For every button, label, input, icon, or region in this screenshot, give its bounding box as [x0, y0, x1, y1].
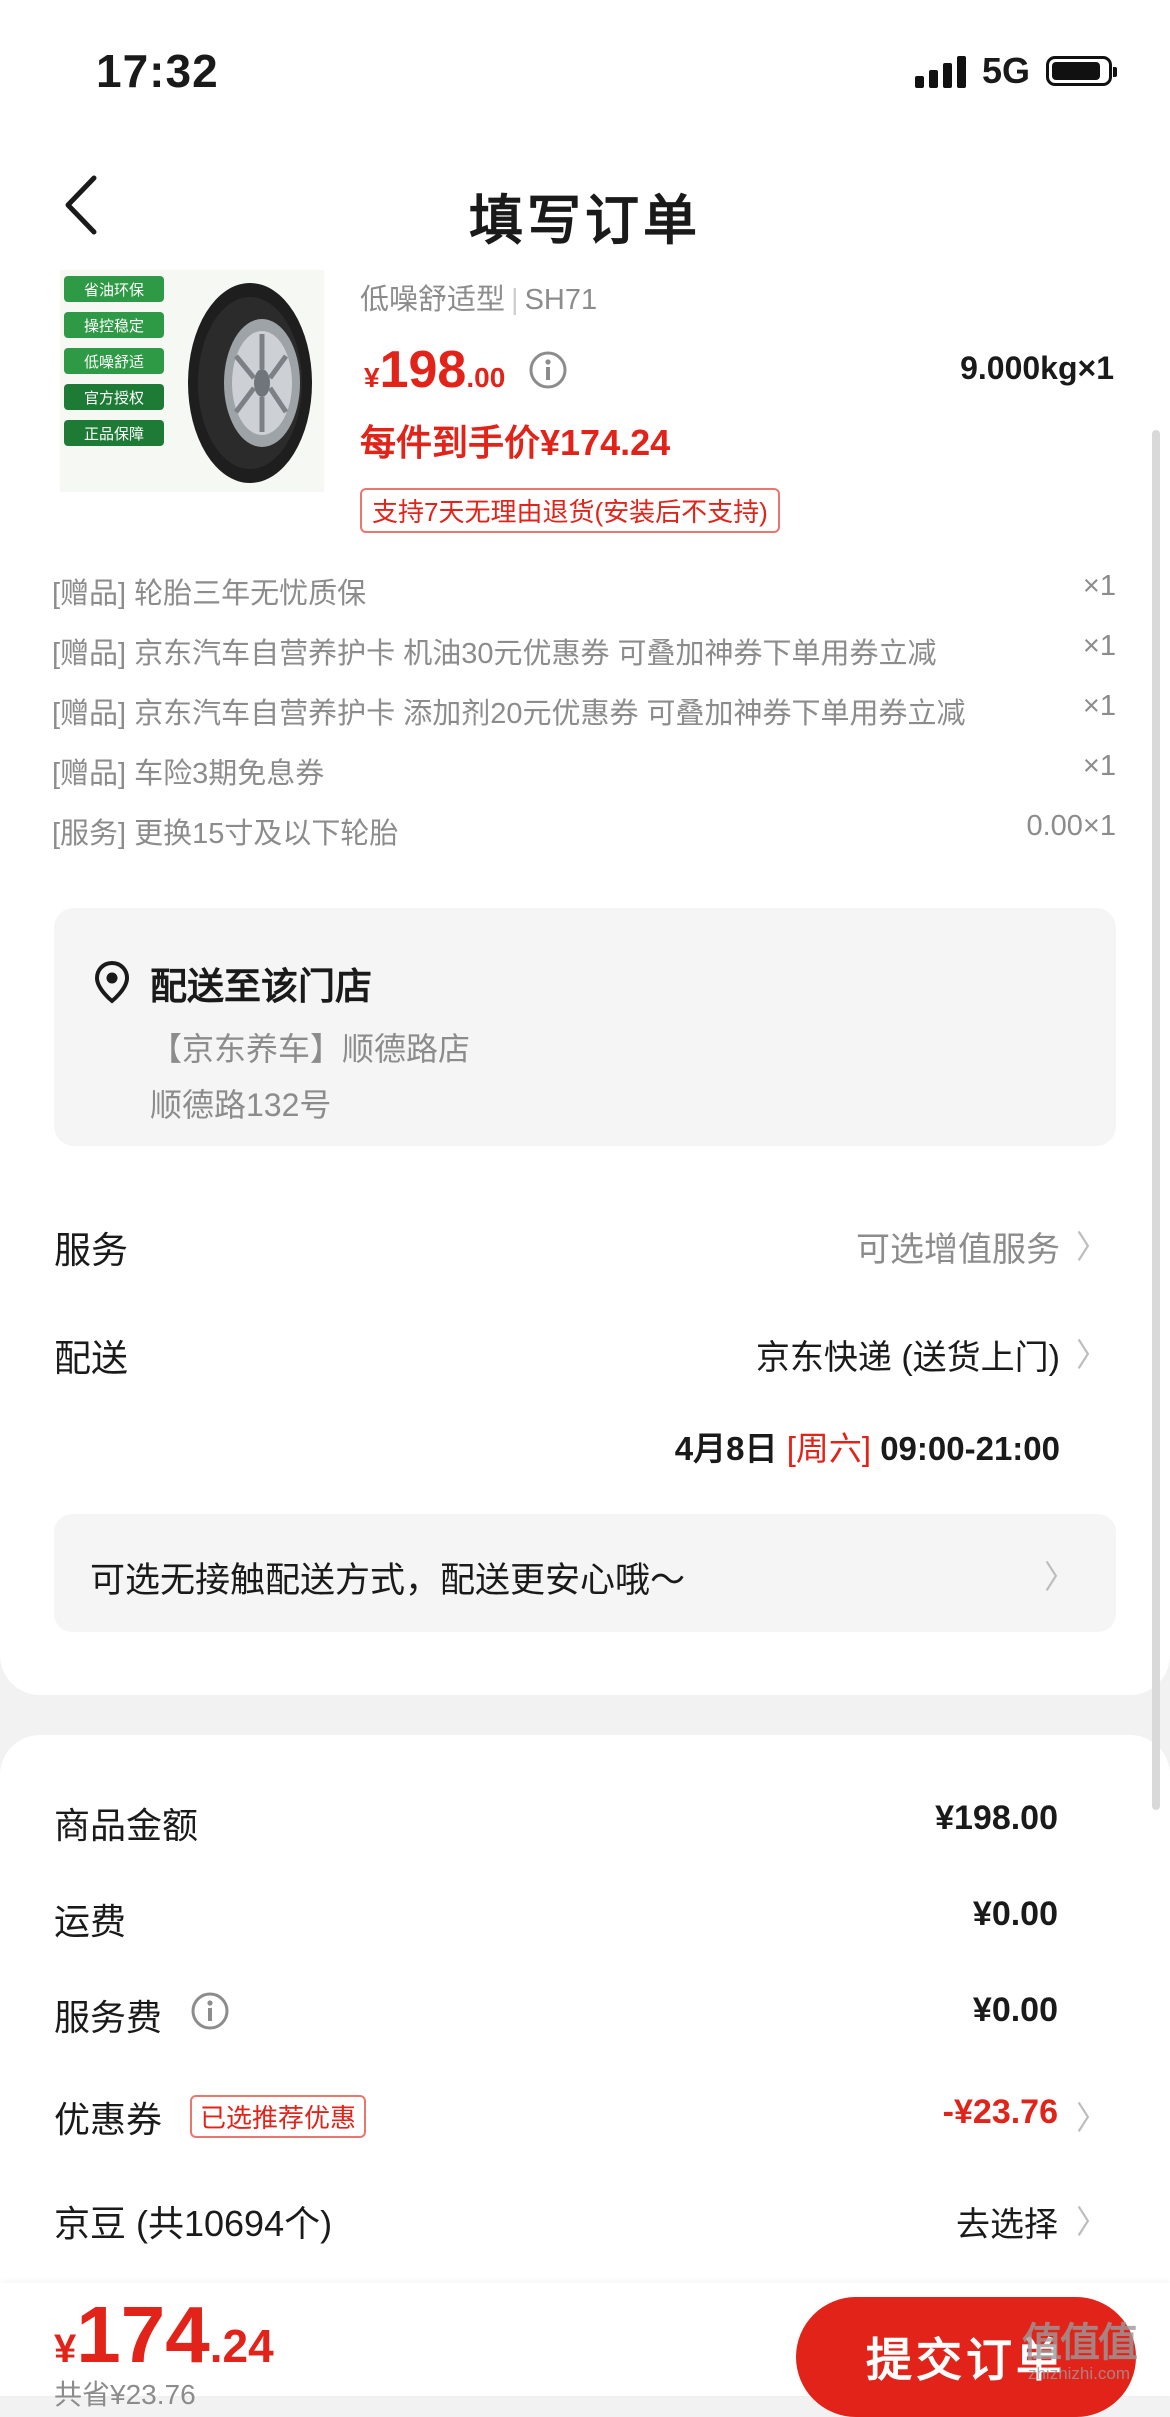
- chevron-right-icon: 〉: [1075, 2204, 1108, 2240]
- price-currency: ¥: [364, 362, 380, 393]
- shipping-label: 运费: [54, 1901, 127, 1942]
- final-price: 每件到手价¥174.24: [360, 422, 671, 463]
- gift-item: [赠品] 京东汽车自营养护卡 机油30元优惠券 可叠加神券下单用券立减 ×1: [52, 620, 1116, 680]
- chevron-right-icon: 〉: [1043, 1559, 1076, 1595]
- total-integer: 174: [76, 2290, 210, 2379]
- gift-text: [赠品] 车险3期免息券: [52, 758, 325, 790]
- status-bar: 17:32 5G: [0, 0, 1170, 140]
- gift-list: [赠品] 轮胎三年无忧质保 ×1 [赠品] 京东汽车自营养护卡 机油30元优惠券…: [52, 560, 1116, 860]
- gift-text: [赠品] 轮胎三年无忧质保: [52, 578, 367, 610]
- gift-text: [赠品] 京东汽车自营养护卡 机油30元优惠券 可叠加神券下单用券立减: [52, 638, 937, 670]
- service-value: 可选增值服务: [856, 1231, 1060, 1269]
- status-indicators: 5G: [914, 50, 1117, 92]
- service-qty: 0.00×1: [1026, 810, 1116, 842]
- watermark: 值值值 zhizhizhi.com: [1022, 2310, 1138, 2384]
- delivery-label: 配送: [54, 1338, 128, 1379]
- coupon-label: 优惠券: [54, 2099, 163, 2140]
- gift-qty: ×1: [1082, 750, 1116, 782]
- order-card: 省油环保 操控稳定 低噪舒适 官方授权 正品保障 低噪舒适型 | SH71 ¥1…: [0, 270, 1170, 1695]
- address-box[interactable]: 配送至该门店 【京东养车】顺德路店 顺德路132号: [54, 908, 1116, 1146]
- watermark-logo: 值值值: [1022, 2321, 1138, 2365]
- gift-qty: ×1: [1082, 630, 1116, 662]
- badge-authorized: 官方授权: [64, 384, 164, 410]
- watermark-site: zhizhizhi.com: [1027, 2364, 1131, 2383]
- gift-qty: ×1: [1082, 690, 1116, 722]
- service-fee-label: 服务费: [54, 1997, 163, 2038]
- price-info-icon[interactable]: [528, 350, 568, 395]
- battery-icon: [1046, 56, 1117, 86]
- delivery-time: 4月8日 [周六] 09:00-21:00: [675, 1422, 1060, 1470]
- coupon-tag: 已选推荐优惠: [190, 2095, 367, 2138]
- status-time: 17:32: [96, 45, 219, 97]
- product-price: ¥198.00: [364, 340, 505, 400]
- total-decimal: .24: [209, 2320, 274, 2372]
- address-title: 配送至该门店: [150, 966, 372, 1007]
- goods-amount-value: ¥198.00: [935, 1799, 1058, 1837]
- spec-model: SH71: [524, 284, 598, 316]
- scrollbar[interactable]: [1152, 430, 1160, 1810]
- badge-quiet: 低噪舒适: [64, 348, 164, 374]
- price-integer: 198: [379, 341, 467, 399]
- bottom-bar: ¥174.24 共省¥23.76 提交订单: [0, 2283, 1170, 2417]
- product-image[interactable]: 省油环保 操控稳定 低噪舒适 官方授权 正品保障: [60, 270, 324, 492]
- shipping-value: ¥0.00: [972, 1895, 1058, 1933]
- badge-genuine: 正品保障: [64, 420, 164, 446]
- service-fee-info-icon[interactable]: [190, 1991, 230, 2036]
- tire-icon: [188, 283, 312, 483]
- badge-fuel: 省油环保: [64, 276, 164, 302]
- delivery-date: 4月8日: [674, 1430, 778, 1467]
- badge-handling: 操控稳定: [64, 312, 164, 338]
- spec-type: 低噪舒适型: [360, 284, 506, 316]
- product-weight-qty: 9.000kg×1: [960, 350, 1114, 386]
- signal-icon: [914, 54, 966, 88]
- delivery-method: 京东快递 (送货上门): [755, 1339, 1060, 1377]
- gift-qty: ×1: [1082, 570, 1116, 602]
- store-street: 顺德路132号: [150, 1087, 332, 1123]
- contactless-delivery-option[interactable]: 可选无接触配送方式，配送更安心哦～ 〉: [54, 1514, 1116, 1632]
- total-currency: ¥: [54, 2327, 77, 2371]
- page-title: 填写订单: [469, 191, 701, 251]
- delivery-window: 09:00-21:00: [880, 1430, 1060, 1467]
- jingdou-value: 去选择: [956, 2206, 1058, 2244]
- contactless-text: 可选无接触配送方式，配送更安心哦～: [90, 1561, 686, 1600]
- total-price: ¥174.24: [54, 2289, 274, 2381]
- service-fee-value: ¥0.00: [972, 1991, 1058, 2029]
- product-spec: 低噪舒适型 | SH71: [360, 284, 598, 316]
- return-policy-tag: 支持7天无理由退货(安装后不支持): [360, 488, 780, 533]
- gift-text: [赠品] 京东汽车自营养护卡 添加剂20元优惠券 可叠加神券下单用券立减: [52, 698, 966, 730]
- chevron-right-icon: 〉: [1075, 1229, 1108, 1265]
- jingdou-label: 京豆 (共10694个): [54, 2203, 333, 2244]
- coupon-value: -¥23.76: [942, 2093, 1058, 2131]
- total-saved: 共省¥23.76: [54, 2379, 196, 2410]
- delivery-weekday: [周六]: [786, 1430, 872, 1467]
- gift-item: [赠品] 京东汽车自营养护卡 添加剂20元优惠券 可叠加神券下单用券立减 ×1: [52, 680, 1116, 740]
- chevron-right-icon: 〉: [1075, 1337, 1108, 1373]
- chevron-right-icon: 〉: [1075, 2100, 1108, 2136]
- store-name: 【京东养车】顺德路店: [150, 1031, 471, 1067]
- network-type: 5G: [981, 50, 1030, 91]
- goods-amount-label: 商品金额: [54, 1805, 199, 1846]
- price-decimal: .00: [466, 362, 506, 393]
- gift-item: [赠品] 轮胎三年无忧质保 ×1: [52, 560, 1116, 620]
- nav-bar: 填写订单: [0, 140, 1170, 270]
- service-item: [服务] 更换15寸及以下轮胎 0.00×1: [52, 800, 1116, 860]
- service-label: 服务: [54, 1230, 128, 1271]
- gift-item: [赠品] 车险3期免息券 ×1: [52, 740, 1116, 800]
- location-pin-icon: [94, 960, 130, 1004]
- product-badges: 省油环保 操控稳定 低噪舒适 官方授权 正品保障: [64, 276, 164, 446]
- service-text: [服务] 更换15寸及以下轮胎: [52, 818, 399, 850]
